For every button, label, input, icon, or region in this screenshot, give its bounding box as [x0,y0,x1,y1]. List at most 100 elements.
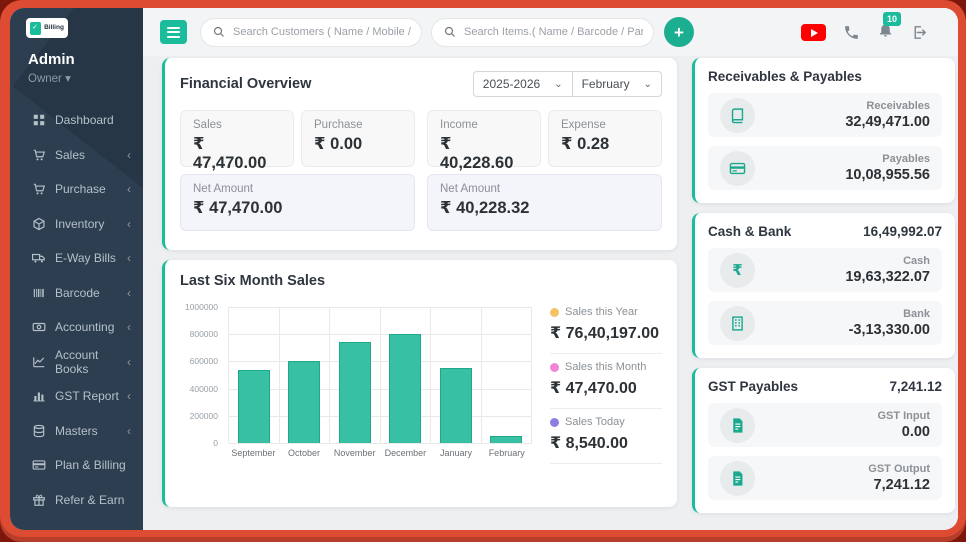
legend-label: Sales this Year [565,306,638,318]
stat-tile-purchase-1: Purchase ₹ 0.00 [301,110,415,167]
x-tick-label: December [384,448,427,458]
summary-row-payables: Payables 10,08,955.56 [708,146,942,190]
app-window: Billing Admin Owner ▾ DashboardSales‹Pur… [10,8,958,530]
row-icon-wrap [720,305,755,341]
stat-label: Expense [561,119,606,131]
sidebar-item-label: Account Books [55,347,99,376]
sidebar-item-purchase[interactable]: Purchase ‹ [10,172,143,207]
billing-logo-icon [30,21,42,35]
row-label: Cash [903,255,930,267]
stat-value: ₹ 0.00 [314,135,363,153]
chart-plot-area [228,307,532,444]
money-icon [32,323,46,332]
stat-value: ₹ 40,228.32 [440,199,530,217]
sidebar-item-label: Dashboard [55,113,114,128]
rupee-icon: ₹ [732,262,743,279]
year-select-value: 2025-2026 [482,77,541,91]
add-new-button[interactable]: + [664,17,694,47]
sidebar-item-plan-billing[interactable]: Plan & Billing [10,448,143,483]
x-tick-label: September [231,448,276,458]
row-value: 32,49,471.00 [845,114,930,130]
month-select-value: February [581,77,630,91]
notifications-bell[interactable]: 10 [877,12,902,43]
row-label: Receivables [866,100,930,112]
boxes-icon [33,217,45,230]
chevron-left-icon: ‹ [127,320,131,335]
row-label: Payables [882,153,930,165]
stat-tile-net-amount-5: Net Amount ₹ 40,228.32 [427,174,662,231]
chart-bar-november [338,341,371,443]
year-select[interactable]: 2025-2026 ⌄ [472,71,572,97]
bar-chart: 0 200000 400000 600000 800000 1000000 Septemb… [180,297,536,477]
file-icon [733,417,743,433]
stat-value: ₹ 47,470.00 [193,199,283,217]
sidebar-item-gst-report[interactable]: GST Report ‹ [10,379,143,414]
sidebar-item-label: Plan & Billing [55,458,126,473]
chevron-left-icon: ‹ [127,354,131,369]
sales-chart-card: Last Six Month Sales 0 200000 400000 600000… [162,260,677,507]
cash-bank-card: Cash & Bank 16,49,992.07 ₹ Cash 19,63,322.07… [692,213,955,358]
chart-legend: Sales this Year ₹ 76,40,197.00 Sales this … [550,297,662,477]
legend-label: Sales this Month [565,361,647,373]
sidebar-item-account-books[interactable]: Account Books ‹ [10,345,143,380]
gift-icon [33,494,45,506]
chevron-down-icon: ▾ [65,73,71,85]
month-select[interactable]: February ⌄ [571,71,662,97]
search-customers-input[interactable] [233,26,411,38]
chevron-left-icon: ‹ [127,389,131,404]
stat-tile-expense-3: Expense ₹ 0.28 [548,110,662,167]
row-value: 19,63,322.07 [845,269,930,285]
stat-tile-sales-0: Sales ₹ 47,470.00 [180,110,294,172]
x-tick-label: January [440,448,473,458]
chart-bar-october [288,361,321,443]
bank-icon [732,315,743,331]
topbar: + 10 [143,8,958,56]
sidebar-item-inventory[interactable]: Inventory ‹ [10,207,143,242]
legend-dot-icon [550,417,559,427]
user-role-dropdown[interactable]: Owner ▾ [28,71,143,85]
sidebar-item-label: Purchase [55,182,106,197]
stat-tile-net-amount-4: Net Amount ₹ 47,470.00 [180,174,415,231]
sidebar-item-accounting[interactable]: Accounting ‹ [10,310,143,345]
truck-icon [32,254,45,263]
sidebar: Billing Admin Owner ▾ DashboardSales‹Pur… [10,8,143,530]
legend-value: ₹ 76,40,197.00 [550,325,659,342]
row-value: -3,13,330.00 [848,322,930,338]
sidebar-item-label: Masters [55,423,98,438]
phone-icon[interactable] [843,24,860,41]
card-total: 16,49,992.07 [863,224,942,239]
row-value: 7,241.12 [873,477,930,493]
stat-label: Purchase [314,119,363,131]
financial-overview-card: Financial Overview 2025-2026 ⌄ February ⌄ … [162,58,677,250]
menu-toggle-button[interactable] [160,20,187,44]
sidebar-item-sales[interactable]: Sales ‹ [10,138,143,173]
sign-out-icon[interactable] [911,24,928,41]
legend-label: Sales Today [565,416,625,428]
row-value: 0.00 [901,424,930,440]
chevron-left-icon: ‹ [127,251,131,266]
sidebar-item-label: Inventory [55,216,105,231]
legend-dot-icon [550,362,559,372]
main-content: Financial Overview 2025-2026 ⌄ February ⌄ … [143,56,958,530]
sidebar-item-label: Accounting [55,320,115,335]
sidebar-item-masters[interactable]: Masters ‹ [10,414,143,449]
search-items-input[interactable] [464,26,643,38]
item-search [431,17,654,47]
sidebar-item-dashboard[interactable]: Dashboard [10,103,143,138]
sidebar-item-refer-earn[interactable]: Refer & Earn [10,483,143,518]
chevron-down-icon: ⌄ [554,78,563,90]
youtube-icon[interactable] [801,23,826,41]
y-tick-label: 400000 [189,383,218,394]
legend-item-sales-this-year: Sales this Year ₹ 76,40,197.00 [550,299,662,354]
sidebar-item-barcode[interactable]: Barcode ‹ [10,276,143,311]
window-frame: Billing Admin Owner ▾ DashboardSales‹Pur… [0,0,966,542]
stat-label: Net Amount [193,183,254,195]
sidebar-item-label: GST Report [55,389,119,404]
file-icon [733,470,743,486]
receivables-payables-card: Receivables & Payables Receivables 32,49,4… [692,58,955,203]
card-title: Receivables & Payables [708,69,862,84]
sidebar-item-e-way-bills[interactable]: E-Way Bills ‹ [10,241,143,276]
sidebar-item-label: Refer & Earn [55,492,125,507]
x-tick-label: February [488,448,525,458]
main-column: Financial Overview 2025-2026 ⌄ February ⌄ … [162,58,677,507]
